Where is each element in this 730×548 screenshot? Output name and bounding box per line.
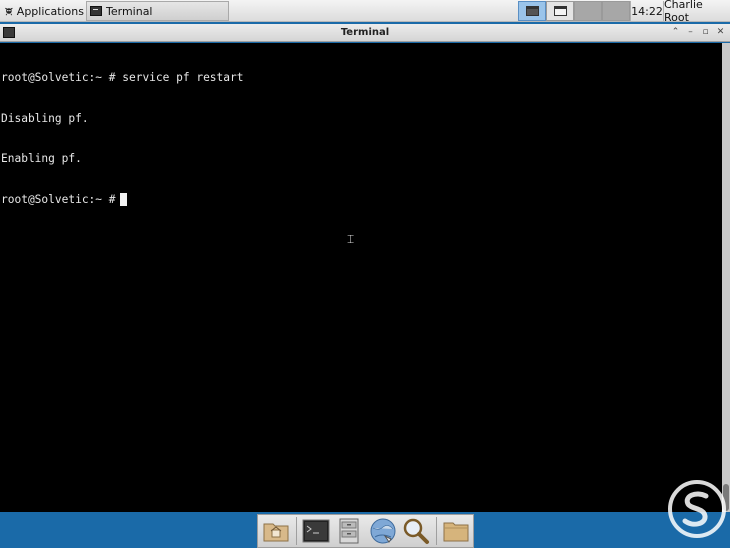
window-titlebar[interactable]: Terminal ⌃ – ▫ ✕: [0, 24, 730, 42]
home-folder-icon[interactable]: [260, 516, 292, 546]
applications-label: Applications: [16, 4, 84, 18]
terminal-line: Enabling pf.: [1, 152, 82, 165]
maximize-icon[interactable]: ▫: [699, 26, 712, 39]
launcher-dock: [257, 514, 474, 548]
terminal-line: root@Solvetic:~ # service pf restart: [1, 71, 244, 84]
workspace-window-thumbnail: [526, 6, 539, 16]
terminal-line: Disabling pf.: [1, 111, 89, 125]
dock-separator: [296, 517, 298, 545]
text-cursor: [119, 192, 127, 206]
bsd-daemon-icon: [5, 7, 13, 16]
taskbar-terminal-button[interactable]: Terminal: [86, 1, 229, 21]
applications-menu[interactable]: Applications: [0, 0, 84, 22]
terminal-scrollbar[interactable]: [722, 43, 730, 512]
search-icon[interactable]: [400, 516, 432, 546]
workspace-switcher: [518, 1, 630, 21]
terminal-icon[interactable]: [300, 516, 332, 546]
terminal-task-icon: [90, 6, 102, 16]
top-panel: Applications Terminal 14:22 Charlie Root: [0, 0, 730, 24]
workspace-1[interactable]: [518, 1, 546, 21]
taskbar-task-label: Terminal: [106, 4, 153, 18]
terminal-output[interactable]: root@Solvetic:~ # service pf restart Dis…: [0, 43, 722, 512]
panel-clock[interactable]: 14:22: [630, 1, 664, 21]
window-controls: ⌃ – ▫ ✕: [669, 26, 727, 39]
web-browser-icon[interactable]: [366, 516, 398, 546]
workspace-4[interactable]: [602, 1, 630, 21]
workspace-2[interactable]: [546, 1, 574, 21]
solvetic-watermark-logo: [668, 480, 726, 538]
terminal-prompt: root@Solvetic:~ #: [1, 192, 116, 206]
workspace-window-thumbnail: [554, 6, 567, 16]
dock-separator: [435, 517, 437, 545]
minimize-icon[interactable]: –: [684, 26, 697, 39]
ibeam-mouse-cursor-icon: ⌶: [347, 232, 355, 246]
file-manager-icon[interactable]: [333, 516, 365, 546]
workspace-3[interactable]: [574, 1, 602, 21]
terminal-prompt-line: root@Solvetic:~ #: [1, 192, 722, 207]
shade-up-icon[interactable]: ⌃: [669, 26, 682, 39]
folder-icon[interactable]: [440, 516, 472, 546]
user-menu[interactable]: Charlie Root: [664, 0, 730, 24]
close-icon[interactable]: ✕: [714, 26, 727, 39]
window-title: Terminal: [340, 27, 390, 38]
